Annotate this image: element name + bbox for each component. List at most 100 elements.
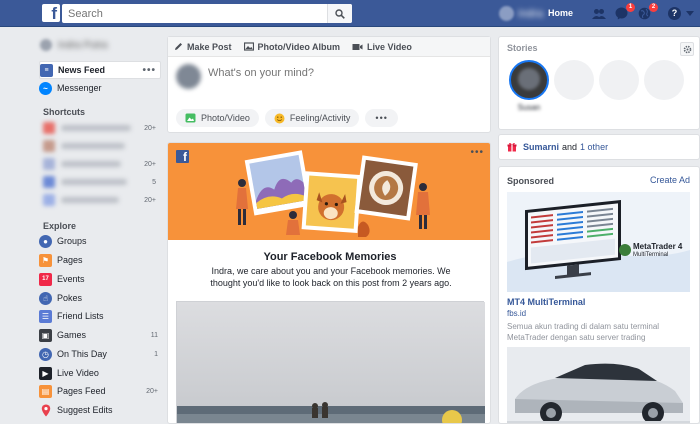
notifications-count-badge: 2 bbox=[649, 3, 658, 12]
game-controller-icon: ▣ bbox=[39, 328, 52, 342]
ad-image-metatrader[interactable]: MetaTrader 4 MultiTerminal bbox=[507, 192, 690, 292]
sidebar-item-pages-feed[interactable]: ▤ Pages Feed 20+ bbox=[39, 382, 161, 400]
notifications-button[interactable]: 2 bbox=[636, 3, 658, 22]
flag-icon: ⚑ bbox=[39, 253, 52, 267]
tab-make-post[interactable]: Make Post bbox=[174, 42, 232, 52]
blurred-shortcut-name bbox=[61, 161, 121, 167]
memory-photo[interactable] bbox=[176, 301, 485, 423]
sidebar-item-live-video[interactable]: ▶ Live Video bbox=[39, 364, 161, 382]
post-composer: Make Post Photo/Video Album Live Video P… bbox=[167, 36, 491, 133]
car-image bbox=[507, 347, 690, 423]
sidebar-item-suggest-edits[interactable]: Suggest Edits bbox=[39, 401, 161, 419]
shortcut-item[interactable]: 20+ bbox=[43, 193, 161, 207]
stories-panel: Stories Susan bbox=[498, 36, 700, 130]
sidebar-item-pages[interactable]: ⚑ Pages bbox=[39, 251, 161, 269]
sidebar-item-label: Live Video bbox=[57, 368, 99, 378]
profile-link[interactable]: Indra bbox=[499, 6, 543, 21]
home-link[interactable]: Home bbox=[548, 8, 573, 18]
birthday-and-text: and bbox=[562, 142, 578, 152]
shortcut-icon bbox=[43, 194, 55, 206]
more-options-label: ••• bbox=[375, 113, 388, 123]
shortcut-item[interactable]: 20+ bbox=[43, 157, 161, 171]
groups-icon: ● bbox=[39, 234, 52, 248]
ad-domain-link[interactable]: fbs.id bbox=[507, 309, 526, 318]
tab-photo-video-album[interactable]: Photo/Video Album bbox=[243, 41, 341, 52]
facebook-logo-icon[interactable]: f bbox=[42, 4, 60, 22]
story-thumbnail[interactable] bbox=[509, 60, 549, 100]
search-input[interactable] bbox=[62, 4, 327, 23]
account-menu-button[interactable] bbox=[686, 11, 694, 16]
gift-icon bbox=[507, 142, 517, 152]
shortcut-item[interactable] bbox=[43, 139, 161, 153]
calendar-icon: 17 bbox=[39, 272, 52, 286]
photo-album-icon bbox=[243, 42, 254, 51]
shortcut-icon bbox=[43, 140, 55, 152]
search-button[interactable] bbox=[327, 4, 352, 23]
sidebar-profile-link[interactable]: Indra Putra bbox=[40, 39, 107, 51]
ad-description: Semua akun trading di dalam satu termina… bbox=[507, 322, 660, 342]
more-options-button[interactable]: ••• bbox=[365, 109, 398, 127]
map-pin-icon bbox=[39, 404, 52, 417]
birthday-others-link[interactable]: 1 other bbox=[580, 142, 608, 152]
sponsored-panel: Sponsored Create Ad MetaTrader 4 MultiTe… bbox=[498, 166, 700, 424]
photo-video-button[interactable]: Photo/Video bbox=[176, 109, 259, 127]
ad-brand-subtitle: MultiTerminal bbox=[633, 252, 669, 258]
messages-count-badge: 1 bbox=[626, 3, 635, 12]
poke-icon: ☝ bbox=[39, 291, 52, 305]
memories-options-button[interactable]: ••• bbox=[470, 147, 484, 158]
left-sidebar: Indra Putra ≡ News Feed ••• ~ Messenger … bbox=[36, 27, 161, 424]
birthday-person-name[interactable]: Sumarni bbox=[523, 142, 559, 152]
sidebar-item-label: Pokes bbox=[57, 293, 83, 303]
explore-heading: Explore bbox=[43, 221, 77, 231]
memories-illustration bbox=[236, 150, 430, 237]
feeling-activity-button[interactable]: Feeling/Activity bbox=[264, 109, 360, 127]
video-camera-icon bbox=[352, 43, 363, 50]
composer-body bbox=[168, 57, 490, 105]
sidebar-item-label: Events bbox=[57, 274, 85, 284]
messages-button[interactable]: 1 bbox=[613, 3, 635, 22]
ad-headline-link[interactable]: MT4 MultiTerminal bbox=[507, 297, 585, 307]
sidebar-item-label: Messenger bbox=[57, 83, 102, 93]
story-placeholder bbox=[599, 60, 639, 100]
composer-actions: Photo/Video Feeling/Activity ••• bbox=[176, 109, 398, 127]
sidebar-item-games[interactable]: ▣ Games 11 bbox=[39, 326, 161, 344]
sidebar-item-pokes[interactable]: ☝ Pokes bbox=[39, 289, 161, 307]
feeling-activity-label: Feeling/Activity bbox=[289, 113, 351, 123]
friend-requests-button[interactable] bbox=[590, 5, 607, 22]
sidebar-item-label: Groups bbox=[57, 236, 87, 246]
live-video-icon: ▶ bbox=[39, 366, 52, 380]
story-placeholder bbox=[554, 60, 594, 100]
sidebar-item-on-this-day[interactable]: ◷ On This Day 1 bbox=[39, 345, 161, 363]
birthday-reminder[interactable]: Sumarni and 1 other bbox=[498, 134, 700, 160]
friend-list-icon: ☰ bbox=[39, 309, 52, 323]
ad-image-car[interactable] bbox=[507, 347, 690, 423]
sidebar-item-events[interactable]: 17 Events bbox=[39, 270, 161, 288]
ad-brand-title: MetaTrader 4 bbox=[633, 242, 683, 251]
sidebar-item-label: Pages Feed bbox=[57, 386, 106, 396]
help-button[interactable]: ? bbox=[666, 5, 683, 22]
stories-settings-button[interactable] bbox=[680, 42, 694, 56]
story-placeholder bbox=[644, 60, 684, 100]
tab-live-video[interactable]: Live Video bbox=[352, 42, 412, 52]
story-avatar bbox=[518, 68, 540, 90]
sidebar-item-groups[interactable]: ● Groups bbox=[39, 232, 161, 250]
gear-icon bbox=[683, 45, 691, 53]
sidebar-item-label: Friend Lists bbox=[57, 311, 104, 321]
shortcut-icon bbox=[43, 158, 55, 170]
tab-label: Photo/Video Album bbox=[257, 41, 341, 52]
sidebar-item-count: 1 bbox=[154, 350, 158, 358]
create-ad-link[interactable]: Create Ad bbox=[650, 175, 690, 185]
photo-video-label: Photo/Video bbox=[201, 113, 250, 123]
shortcut-item[interactable]: 20+ bbox=[43, 121, 161, 135]
messenger-icon: ~ bbox=[39, 81, 52, 95]
sidebar-item-friend-lists[interactable]: ☰ Friend Lists bbox=[39, 307, 161, 325]
sidebar-item-messenger[interactable]: ~ Messenger bbox=[39, 79, 161, 97]
photo-icon bbox=[185, 113, 196, 123]
shortcut-item[interactable]: 5 bbox=[43, 175, 161, 189]
sidebar-item-news-feed[interactable]: ≡ News Feed ••• bbox=[39, 61, 161, 79]
news-feed-options-button[interactable]: ••• bbox=[142, 65, 160, 76]
shortcut-icon bbox=[43, 122, 55, 134]
post-text-input[interactable] bbox=[208, 67, 478, 79]
shortcut-icon bbox=[43, 176, 55, 188]
search-bar bbox=[62, 4, 352, 23]
